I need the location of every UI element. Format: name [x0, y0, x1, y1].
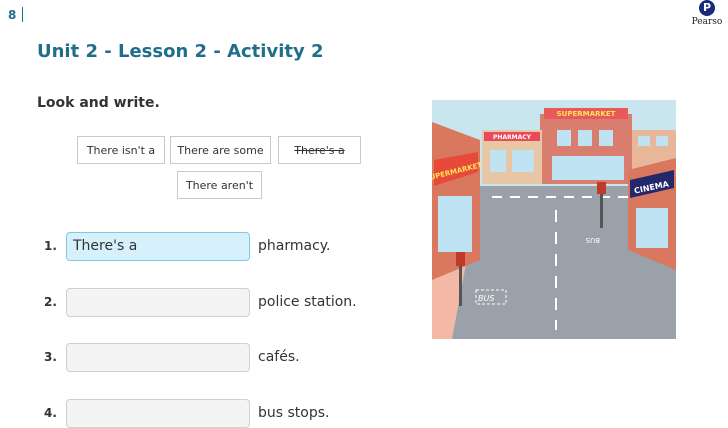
question-number: 3.	[44, 350, 57, 364]
activity-instruction: Look and write.	[37, 95, 160, 111]
question-suffix: police station.	[258, 294, 357, 310]
publisher-name: Pearso	[691, 17, 723, 27]
road-marking-bus-right: BUS	[585, 236, 600, 244]
word-chip-theres-a-used[interactable]: There's a	[278, 136, 361, 164]
question-suffix: cafés.	[258, 349, 300, 365]
road-marking-bus-left: BUS	[478, 294, 494, 303]
question-number: 4.	[44, 406, 57, 420]
sign-supermarket-top: SUPERMARKET	[557, 110, 616, 118]
question-suffix: bus stops.	[258, 405, 330, 421]
page-number-divider	[22, 7, 23, 22]
pearson-logo-icon: P	[699, 0, 715, 16]
question-suffix: pharmacy.	[258, 238, 331, 254]
question-number: 1.	[44, 239, 57, 253]
answer-field-1[interactable]: There's a	[66, 232, 250, 261]
word-chip-there-are-some[interactable]: There are some	[170, 136, 271, 164]
word-chip-there-arent[interactable]: There aren't	[177, 171, 262, 199]
sign-pharmacy: PHARMACY	[493, 134, 532, 141]
publisher-logo: P Pearso	[686, 0, 728, 40]
answer-field-4[interactable]	[66, 399, 250, 428]
answer-field-2[interactable]	[66, 288, 250, 317]
page-number: 8	[8, 8, 17, 22]
question-number: 2.	[44, 295, 57, 309]
lesson-title: Unit 2 - Lesson 2 - Activity 2	[37, 41, 324, 62]
answer-field-3[interactable]	[66, 343, 250, 372]
street-scene-illustration: SUPERMARKET PHARMACY SUPERMARKET CINEMA …	[432, 100, 676, 339]
traffic-light-left-icon	[459, 260, 462, 306]
word-chip-there-isnt-a[interactable]: There isn't a	[77, 136, 165, 164]
